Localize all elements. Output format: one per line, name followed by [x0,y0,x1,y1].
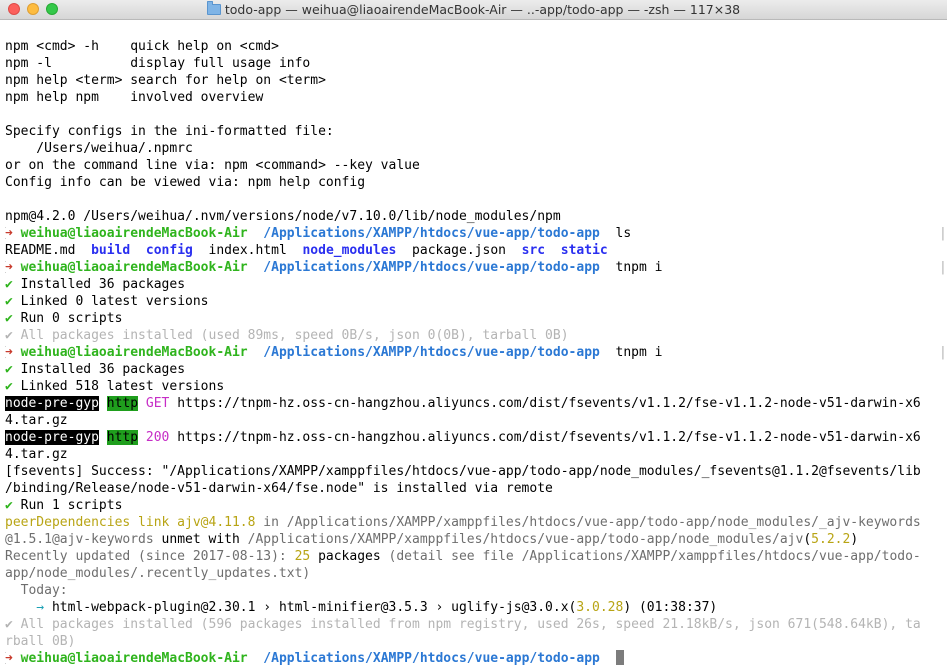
ls-dir: config [145,243,193,258]
prompt-command: tnpm i [615,260,663,275]
gyp-label: node-pre-gyp [5,430,99,445]
gyp-ok-line-cont: 4.tar.gz [5,447,68,462]
chain-arrow-icon: → [5,600,45,615]
help-line: npm -l display full usage info [5,56,311,71]
gyp-label: node-pre-gyp [5,396,99,411]
prompt-line: [➜ weihua@liaoairendeMacBook-Air /Applic… [5,225,947,242]
ls-file: index.html [208,243,287,258]
prompt-path: /Applications/XAMPP/htdocs/vue-app/todo-… [263,651,600,666]
http-label: http [106,396,139,411]
prompt-path: /Applications/XAMPP/htdocs/vue-app/todo-… [263,345,600,360]
prompt-line: [➜ weihua@liaoairendeMacBook-Air /Applic… [5,259,947,276]
prompt-command: ls [615,226,632,241]
download-url: https://tnpm-hz.oss-cn-hangzhou.aliyuncs… [177,430,921,445]
check-icon: ✔ [5,362,13,377]
prompt-bracket-left: [ [5,225,8,242]
prompt-bracket-left: [ [5,650,8,667]
output-line: ✔ Linked 518 latest versions [5,379,225,394]
prompt-path: /Applications/XAMPP/htdocs/vue-app/todo-… [263,260,600,275]
prompt-user: weihua@liaoairendeMacBook-Air [20,345,248,360]
terminal-cursor[interactable] [615,650,624,665]
ls-file: package.json [412,243,506,258]
prompt-line-current[interactable]: [➜ weihua@liaoairendeMacBook-Air /Applic… [5,650,947,667]
gyp-get-line-cont: 4.tar.gz [5,413,68,428]
ls-dir: static [560,243,608,258]
ls-file: README.md [5,243,76,258]
prompt-bracket-right: | [939,345,947,360]
help-line: npm help npm involved overview [5,90,264,105]
http-method: GET [145,396,170,411]
output-line-cont: rball 0B) [5,634,76,649]
output-line: ✔ All packages installed (596 packages i… [5,617,921,632]
output-line: ✔ All packages installed (used 89ms, spe… [5,328,569,343]
http-status: 200 [145,430,170,445]
http-label: http [106,430,139,445]
window-title: todo-app — weihua@liaoairendeMacBook-Air… [224,2,741,17]
check-icon: ✔ [5,294,13,309]
config-line: or on the command line via: npm <command… [5,158,420,173]
ls-dir: node_modules [302,243,397,258]
output-line: ✔ Run 0 scripts [5,311,123,326]
check-icon: ✔ [5,277,13,292]
download-url: https://tnpm-hz.oss-cn-hangzhou.aliyuncs… [177,396,921,411]
folder-icon [206,1,221,15]
recent-line-cont: app/node_modules/.recently_updates.txt) [5,566,311,581]
help-line: npm help <term> search for help on <term… [5,73,326,88]
output-line: ✔ Linked 0 latest versions [5,294,209,309]
config-line: Config info can be viewed via: npm help … [5,175,366,190]
prompt-command: tnpm i [615,345,663,360]
config-line: /Users/weihua/.npmrc [5,141,193,156]
today-line: Today: [5,583,68,598]
prompt-user: weihua@liaoairendeMacBook-Air [20,651,248,666]
prompt-user: weihua@liaoairendeMacBook-Air [20,260,248,275]
chain-line: → html-webpack-plugin@2.30.1 › html-mini… [5,600,718,615]
check-icon: ✔ [5,311,13,326]
check-icon: ✔ [5,379,13,394]
prompt-bracket-right: | [939,226,947,241]
title-bar[interactable]: todo-app — weihua@liaoairendeMacBook-Air… [0,0,947,20]
check-icon: ✔ [5,498,13,513]
fsevents-line: [fsevents] Success: "/Applications/XAMPP… [5,464,921,479]
prompt-bracket-right: | [939,260,947,275]
config-line: Specify configs in the ini-formatted fil… [5,124,334,139]
ls-output-line: README.md build config index.html node_m… [5,242,947,259]
npm-version-line: npm@4.2.0 /Users/weihua/.nvm/versions/no… [5,209,561,224]
terminal-output[interactable]: npm <cmd> -h quick help on <cmd> npm -l … [5,21,947,667]
output-line: ✔ Installed 36 packages [5,277,186,292]
help-line: npm <cmd> -h quick help on <cmd> [5,39,279,54]
fsevents-line-cont: /binding/Release/node-v51-darwin-x64/fse… [5,481,553,496]
prompt-line: [➜ weihua@liaoairendeMacBook-Air /Applic… [5,344,947,361]
peer-line-cont: @1.5.1@ajv-keywords unmet with /Applicat… [5,532,859,547]
ls-dir: build [91,243,131,258]
recent-line: Recently updated (since 2017-08-13): 25 … [5,549,921,564]
ls-dir: src [521,243,546,258]
check-icon: ✔ [5,328,13,343]
gyp-ok-line: node-pre-gyp http 200 https://tnpm-hz.os… [5,429,947,446]
peer-line: peerDependencies link ajv@4.11.8 in /App… [5,515,921,530]
prompt-path: /Applications/XAMPP/htdocs/vue-app/todo-… [263,226,600,241]
terminal-window: todo-app — weihua@liaoairendeMacBook-Air… [0,0,947,668]
output-line: ✔ Run 1 scripts [5,498,123,513]
output-line: ✔ Installed 36 packages [5,362,186,377]
window-title-wrap: todo-app — weihua@liaoairendeMacBook-Air… [0,1,947,17]
prompt-bracket-left: [ [5,344,8,361]
prompt-user: weihua@liaoairendeMacBook-Air [20,226,248,241]
prompt-bracket-left: [ [5,259,8,276]
check-icon: ✔ [5,617,13,632]
gyp-get-line: node-pre-gyp http GET https://tnpm-hz.os… [5,395,947,412]
